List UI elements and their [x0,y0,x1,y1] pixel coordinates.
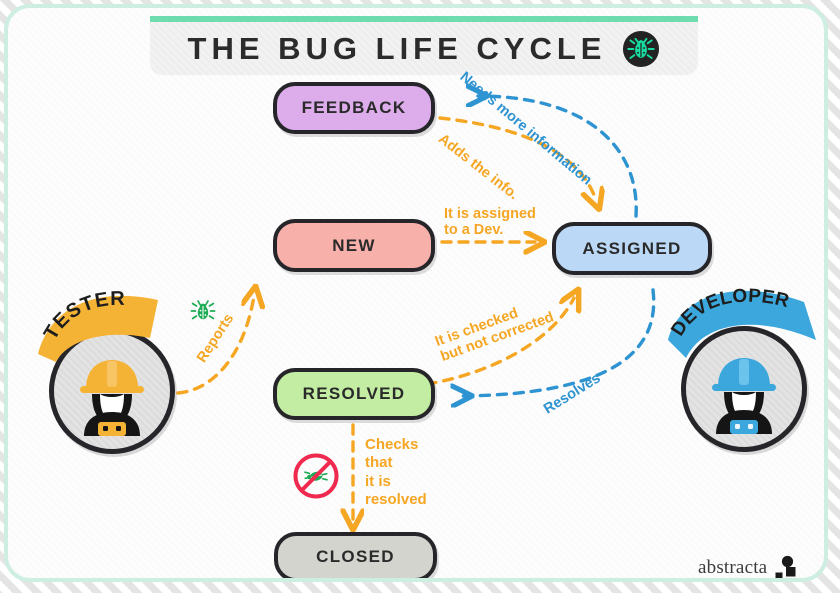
state-label-assigned: ASSIGNED [582,238,682,258]
state-box-closed[interactable]: CLOSED [274,532,437,578]
diagram-canvas: THE BUG LIFE CYCLE FEEDBACK NEW ASSIGNED… [4,4,828,582]
transition-label-it-is-checked-but-not-corrected: It is checked but not corrected [433,305,557,366]
no-bug-prohibited-icon [293,453,339,499]
transition-label-resolves: Resolves [541,370,604,418]
title-bar: THE BUG LIFE CYCLE [150,16,698,75]
transition-label-it-is-assigned-to-a-dev: It is assigned to a Dev. [444,206,536,239]
transition-label-checks-that-it-is-resolved: Checks that it is resolved [365,436,427,508]
state-box-assigned[interactable]: ASSIGNED [552,222,712,275]
state-box-feedback[interactable]: FEEDBACK [273,82,435,134]
bug-in-circle-icon [623,30,660,67]
transition-label-adds-the-info: Adds the info. [435,131,522,204]
abstracta-logo-mark-icon [775,555,796,578]
developer-figure-icon [712,358,776,434]
page-title: THE BUG LIFE CYCLE [187,30,607,66]
state-label-new: NEW [332,235,376,255]
persona-developer[interactable]: DEVELOPER [667,285,816,452]
tester-figure-icon [80,360,144,436]
state-label-resolved: RESOLVED [302,384,406,403]
state-label-closed: CLOSED [316,547,395,566]
state-box-resolved[interactable]: RESOLVED [273,368,435,420]
persona-tester[interactable]: TESTER [38,288,175,454]
bug-icon [190,300,216,320]
abstracta-logo[interactable]: abstracta [698,555,796,578]
abstracta-logo-text: abstracta [698,557,768,578]
state-label-feedback: FEEDBACK [301,98,407,117]
state-box-new[interactable]: NEW [273,219,435,272]
